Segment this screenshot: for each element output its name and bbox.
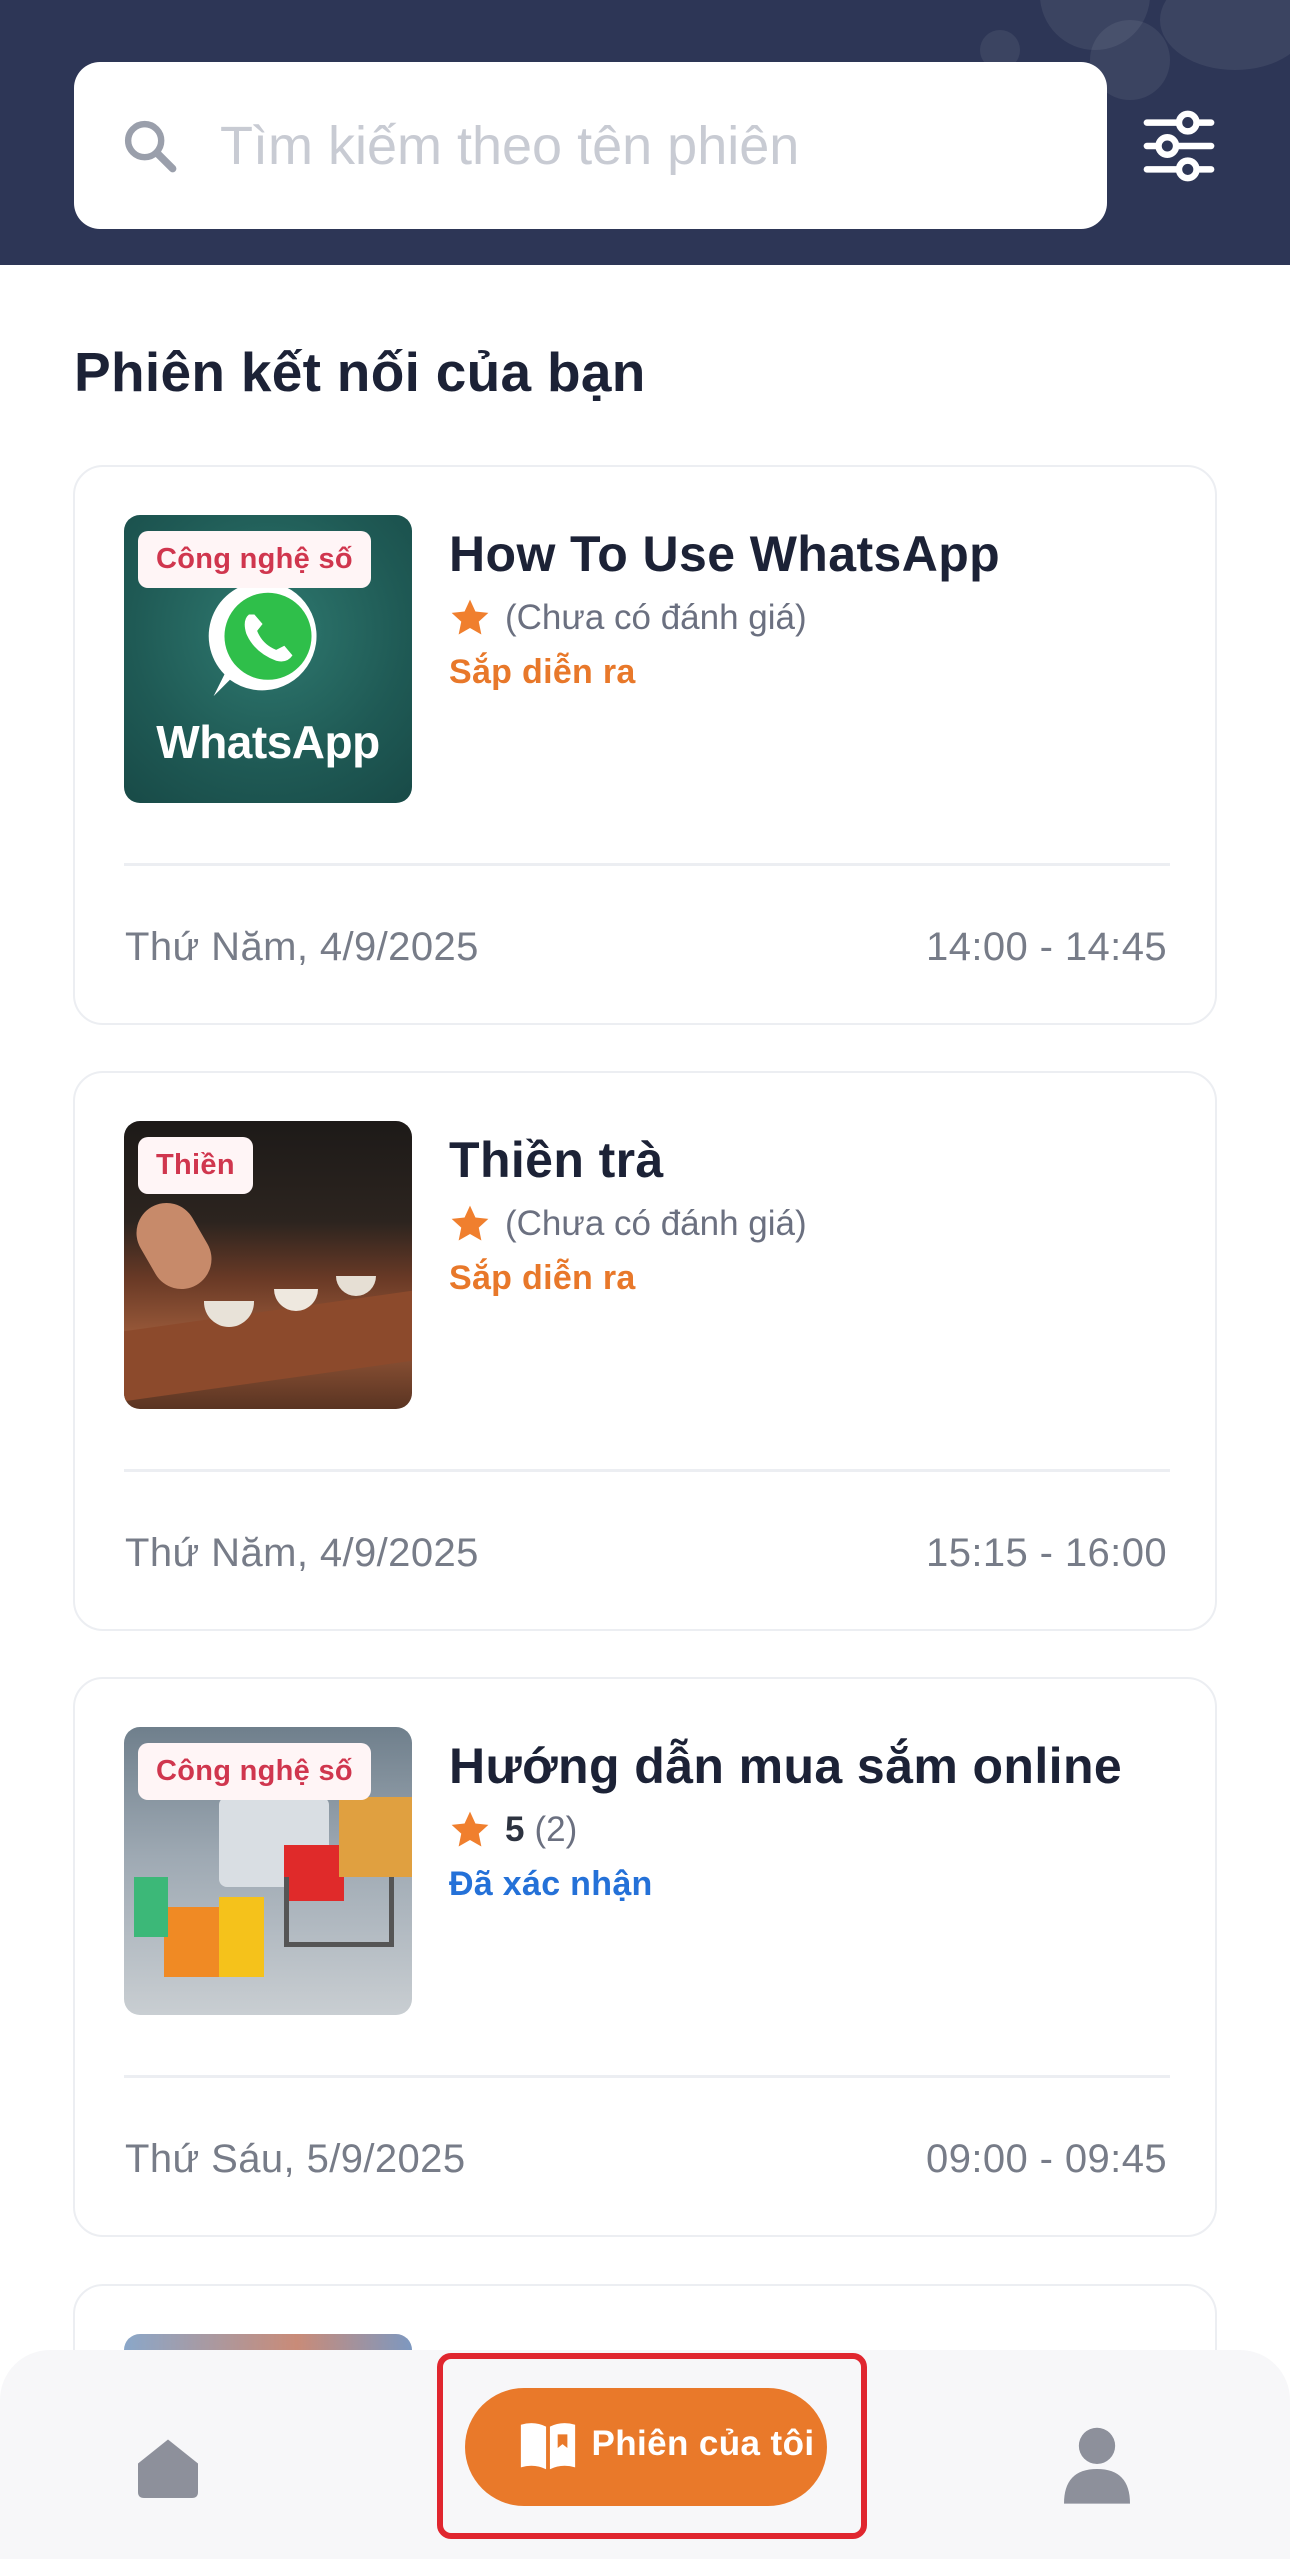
category-tag: Thiền bbox=[138, 1137, 253, 1194]
rating-text: (Chưa có đánh giá) bbox=[505, 1204, 807, 1243]
thumbnail-cup bbox=[336, 1276, 376, 1296]
rating-text: (Chưa có đánh giá) bbox=[505, 598, 807, 637]
thumbnail-bag bbox=[164, 1907, 220, 1977]
star-icon bbox=[451, 599, 489, 635]
divider bbox=[124, 1469, 1170, 1472]
session-card[interactable]: Công nghệ số Hướng dẫn mua sắm online 5 … bbox=[73, 1677, 1217, 2237]
session-card[interactable]: WhatsApp Công nghệ số How To Use WhatsAp… bbox=[73, 465, 1217, 1025]
session-title: How To Use WhatsApp bbox=[449, 526, 1001, 582]
category-tag: Công nghệ số bbox=[138, 1743, 371, 1800]
status-label: Sắp diễn ra bbox=[449, 653, 636, 691]
rating-count: (2) bbox=[534, 1810, 578, 1849]
bottom-navigation: Phiên của tôi bbox=[0, 2350, 1290, 2559]
rating: (Chưa có đánh giá) bbox=[449, 597, 807, 639]
nav-my-sessions-label: Phiên của tôi bbox=[591, 2424, 815, 2463]
search-input[interactable] bbox=[220, 102, 1080, 190]
header-decoration bbox=[1160, 0, 1290, 70]
thumbnail-bag bbox=[134, 1877, 168, 1937]
thumbnail-box bbox=[339, 1797, 412, 1877]
session-title: Hướng dẫn mua sắm online bbox=[449, 1738, 1123, 1794]
session-title: Thiền trà bbox=[449, 1132, 664, 1188]
star-icon bbox=[451, 1811, 489, 1847]
session-time: 09:00 - 09:45 bbox=[926, 2137, 1167, 2181]
star-icon bbox=[451, 1205, 489, 1241]
user-icon[interactable] bbox=[1064, 2424, 1130, 2504]
session-date: Thứ Sáu, 5/9/2025 bbox=[125, 2137, 466, 2181]
thumbnail-cart bbox=[284, 1877, 394, 1947]
session-time: 15:15 - 16:00 bbox=[926, 1531, 1167, 1575]
nav-my-sessions-button[interactable]: Phiên của tôi bbox=[465, 2388, 827, 2506]
session-date: Thứ Năm, 4/9/2025 bbox=[125, 925, 479, 969]
session-time: 14:00 - 14:45 bbox=[926, 925, 1167, 969]
rating-score: 5 bbox=[505, 1810, 525, 1849]
home-icon[interactable] bbox=[132, 2432, 204, 2504]
session-thumbnail: Công nghệ số bbox=[124, 1727, 412, 2015]
thumbnail-table bbox=[124, 1290, 412, 1402]
whatsapp-logo-icon bbox=[208, 581, 317, 697]
thumbnail-bag bbox=[219, 1897, 264, 1977]
divider bbox=[124, 863, 1170, 866]
session-card[interactable]: Thiền Thiền trà (Chưa có đánh giá) Sắp d… bbox=[73, 1071, 1217, 1631]
status-label: Sắp diễn ra bbox=[449, 1259, 636, 1297]
session-thumbnail: WhatsApp Công nghệ số bbox=[124, 515, 412, 803]
category-tag: Công nghệ số bbox=[138, 531, 371, 588]
rating: 5 (2) bbox=[449, 1809, 577, 1851]
session-thumbnail: Thiền bbox=[124, 1121, 412, 1409]
thumbnail-hand bbox=[125, 1192, 223, 1300]
divider bbox=[124, 2075, 1170, 2078]
search-icon bbox=[124, 120, 177, 173]
thumbnail-logo-text: WhatsApp bbox=[156, 716, 380, 768]
session-date: Thứ Năm, 4/9/2025 bbox=[125, 1531, 479, 1575]
status-label: Đã xác nhận bbox=[449, 1865, 653, 1903]
filter-sliders-icon[interactable] bbox=[1140, 108, 1218, 184]
header bbox=[0, 0, 1290, 265]
open-book-icon bbox=[520, 2423, 576, 2470]
rating: (Chưa có đánh giá) bbox=[449, 1203, 807, 1245]
search-bar[interactable] bbox=[74, 62, 1107, 229]
section-title: Phiên kết nối của bạn bbox=[74, 341, 646, 403]
